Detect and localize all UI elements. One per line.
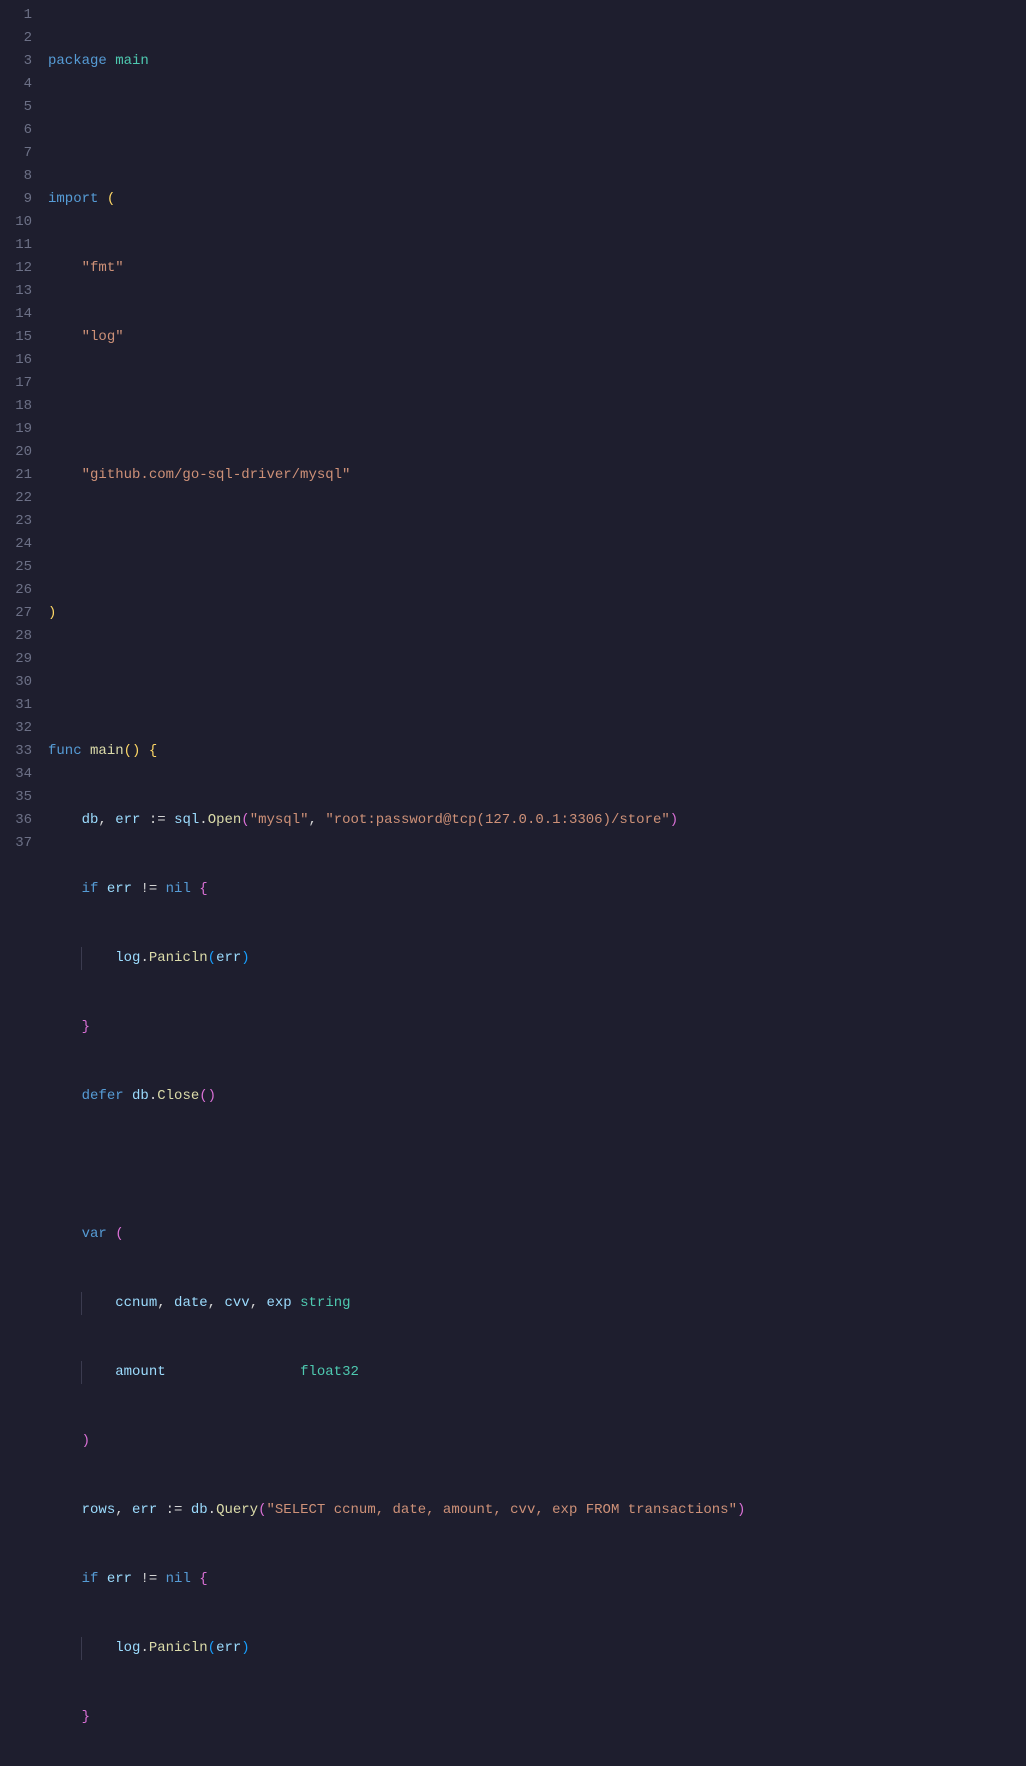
- line-number: 34: [0, 763, 32, 786]
- line-number: 10: [0, 211, 32, 234]
- code-line: ccnum, date, cvv, exp string: [48, 1292, 1026, 1315]
- line-number: 25: [0, 556, 32, 579]
- code-line: }: [48, 1016, 1026, 1039]
- line-number: 33: [0, 740, 32, 763]
- code-area[interactable]: package main import ( "fmt" "log" "githu…: [48, 0, 1026, 883]
- line-number: 35: [0, 786, 32, 809]
- line-number: 3: [0, 50, 32, 73]
- line-number: 2: [0, 27, 32, 50]
- code-line: [48, 671, 1026, 694]
- code-line: "github.com/go-sql-driver/mysql": [48, 464, 1026, 487]
- line-number: 20: [0, 441, 32, 464]
- code-line: log.Panicln(err): [48, 947, 1026, 970]
- code-editor[interactable]: 1234567891011121314151617181920212223242…: [0, 0, 1026, 883]
- line-number: 26: [0, 579, 32, 602]
- code-line: rows, err := db.Query("SELECT ccnum, dat…: [48, 1499, 1026, 1522]
- code-line: [48, 533, 1026, 556]
- code-line: func main() {: [48, 740, 1026, 763]
- line-number: 36: [0, 809, 32, 832]
- line-number: 19: [0, 418, 32, 441]
- line-number: 21: [0, 464, 32, 487]
- code-line: }: [48, 1706, 1026, 1729]
- line-number: 7: [0, 142, 32, 165]
- line-number: 18: [0, 395, 32, 418]
- line-number: 4: [0, 73, 32, 96]
- line-number: 1: [0, 4, 32, 27]
- code-line: ): [48, 602, 1026, 625]
- line-number: 30: [0, 671, 32, 694]
- line-number: 22: [0, 487, 32, 510]
- code-line: defer db.Close(): [48, 1085, 1026, 1108]
- line-number: 31: [0, 694, 32, 717]
- line-number: 6: [0, 119, 32, 142]
- code-line: import (: [48, 188, 1026, 211]
- line-number: 5: [0, 96, 32, 119]
- line-number: 17: [0, 372, 32, 395]
- line-number: 37: [0, 832, 32, 855]
- line-number: 13: [0, 280, 32, 303]
- line-number: 11: [0, 234, 32, 257]
- code-line: "log": [48, 326, 1026, 349]
- code-line: amount float32: [48, 1361, 1026, 1384]
- code-line: "fmt": [48, 257, 1026, 280]
- code-line: [48, 119, 1026, 142]
- line-number: 15: [0, 326, 32, 349]
- line-number: 27: [0, 602, 32, 625]
- code-line: ): [48, 1430, 1026, 1453]
- line-number: 29: [0, 648, 32, 671]
- line-number: 32: [0, 717, 32, 740]
- code-line: [48, 1154, 1026, 1177]
- code-line: var (: [48, 1223, 1026, 1246]
- code-line: if err != nil {: [48, 878, 1026, 901]
- line-number: 8: [0, 165, 32, 188]
- line-number: 16: [0, 349, 32, 372]
- line-number-gutter: 1234567891011121314151617181920212223242…: [0, 0, 48, 883]
- code-line: package main: [48, 50, 1026, 73]
- line-number: 14: [0, 303, 32, 326]
- line-number: 23: [0, 510, 32, 533]
- line-number: 24: [0, 533, 32, 556]
- code-line: [48, 395, 1026, 418]
- code-line: if err != nil {: [48, 1568, 1026, 1591]
- line-number: 9: [0, 188, 32, 211]
- line-number: 12: [0, 257, 32, 280]
- code-line: db, err := sql.Open("mysql", "root:passw…: [48, 809, 1026, 832]
- code-line: log.Panicln(err): [48, 1637, 1026, 1660]
- line-number: 28: [0, 625, 32, 648]
